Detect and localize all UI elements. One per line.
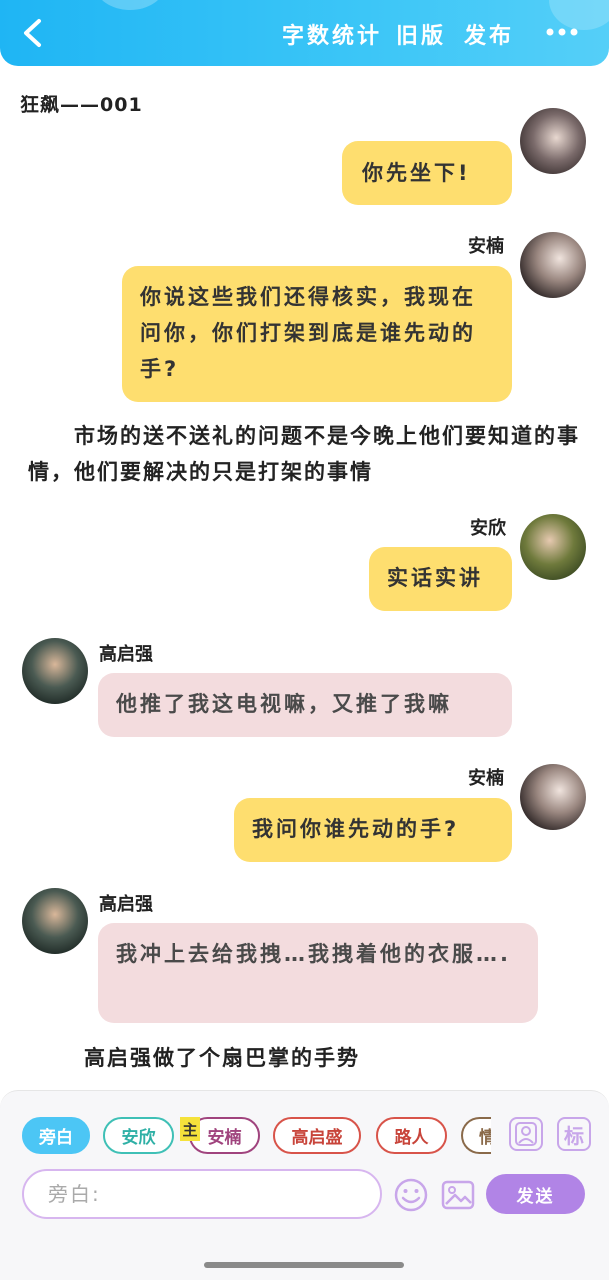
role-chip-narrator[interactable]: 旁白 [22,1117,90,1154]
avatar-gaoqiqiang[interactable] [22,638,88,704]
message-bubble[interactable]: 实话实讲 [369,547,512,611]
role-chip-gaoqisheng[interactable]: 高启盛 [273,1117,361,1154]
role-chip-more[interactable]: 情 [461,1117,491,1154]
main-character-badge: 主 [180,1117,200,1141]
speaker-name: 高启强 [99,644,153,665]
speaker-name: 安楠 [468,236,504,257]
avatar-anxin[interactable] [520,514,586,580]
avatar-annan[interactable] [520,108,586,174]
message-input-container[interactable] [22,1169,382,1219]
speaker-name: 安楠 [468,768,504,789]
message-input[interactable] [48,1182,380,1206]
word-count-button[interactable]: 字数统计 [282,18,382,50]
message-bubble[interactable]: 他推了我这电视嘛，又推了我嘛 [98,673,512,737]
publish-button[interactable]: 发布 [464,18,514,50]
avatar-annan[interactable] [520,764,586,830]
narration-text[interactable]: 市场的送不送礼的问题不是今晚上他们要知道的事情，他们要解决的只是打架的事情 [28,418,588,490]
label-icon[interactable]: 标 [557,1117,591,1151]
more-menu-icon[interactable] [545,22,579,42]
old-version-button[interactable]: 旧版 [396,18,446,50]
speaker-name: 高启强 [99,894,153,915]
avatar-annan[interactable] [520,232,586,298]
speaker-name: 安欣 [470,518,506,539]
message-bubble[interactable]: 你说这些我们还得核实，我现在问你，你们打架到底是谁先动的手? [122,266,512,402]
top-bar: 字数统计 旧版 发布 [0,0,609,66]
image-icon[interactable] [440,1177,476,1213]
narration-text[interactable]: 高启强做了个扇巴掌的手势 [84,1040,360,1076]
avatar-gaoqiqiang[interactable] [22,888,88,954]
back-arrow-icon[interactable] [20,18,46,48]
message-bubble[interactable]: 我冲上去给我拽…我拽着他的衣服…. [98,923,538,1023]
emoji-icon[interactable] [393,1177,429,1213]
role-chip-anxin[interactable]: 安欣 [103,1117,174,1154]
role-chip-passerby[interactable]: 路人 [376,1117,447,1154]
person-icon [515,1122,537,1146]
message-bubble[interactable]: 你先坐下! [342,141,512,205]
message-bubble[interactable]: 我问你谁先动的手? [234,798,512,862]
home-indicator [204,1262,404,1268]
character-manage-icon[interactable] [509,1117,543,1151]
send-button[interactable]: 发送 [486,1174,585,1214]
document-title: 狂飙——001 [20,94,143,116]
